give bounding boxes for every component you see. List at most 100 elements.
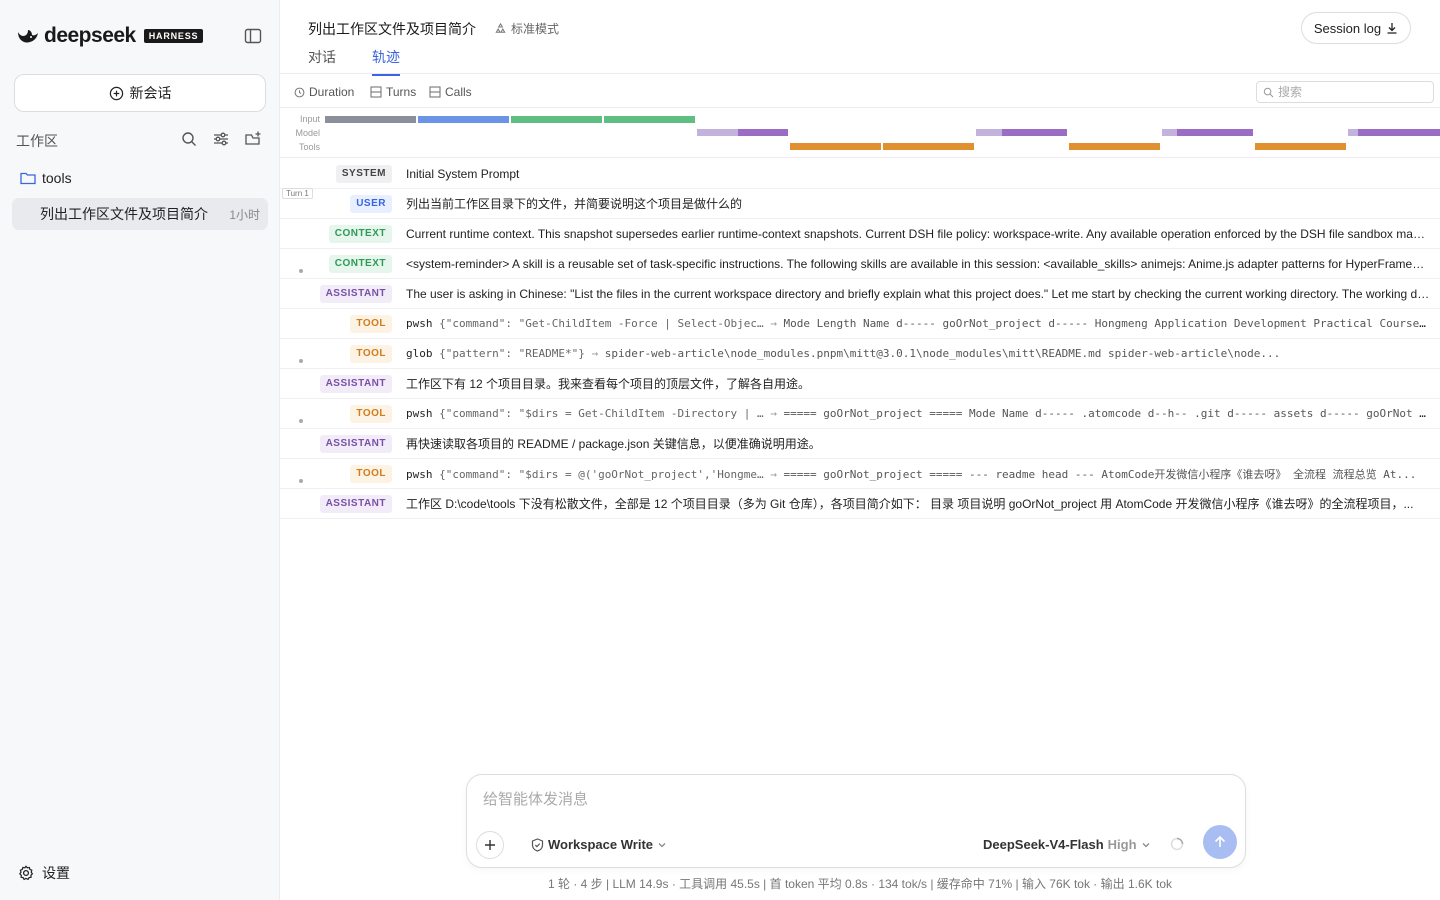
calls-button[interactable]: Calls xyxy=(429,85,472,99)
new-chat-label: 新会话 xyxy=(129,85,172,101)
timeline-input-user[interactable] xyxy=(418,116,509,123)
sidebar-toggle-icon[interactable] xyxy=(244,27,262,45)
timeline-label-model: Model xyxy=(295,128,320,138)
new-chat-button[interactable]: 新会话 xyxy=(14,74,266,112)
trace-row-assistant[interactable]: ASSISTANT 再快速读取各项目的 README / package.jso… xyxy=(280,419,1440,459)
timeline-tool[interactable] xyxy=(883,143,974,150)
timeline-tool[interactable] xyxy=(1255,143,1346,150)
workspace-mode-select[interactable]: Workspace Write xyxy=(527,837,671,852)
calls-label: Calls xyxy=(445,85,472,99)
model-effort: High xyxy=(1107,837,1137,852)
timeline-model-prefill[interactable] xyxy=(697,129,738,136)
settings-button[interactable]: 设置 xyxy=(18,863,70,883)
role-badge: CONTEXT xyxy=(328,254,392,273)
role-badge: CONTEXT xyxy=(328,224,392,243)
trace-row-assistant[interactable]: ASSISTANT 工作区下有 12 个项目目录。我来查看每个项目的顶层文件，了… xyxy=(280,359,1440,399)
session-log-button[interactable]: Session log xyxy=(1301,12,1411,44)
tool-args: {"command": "Get-ChildItem -Force | Sele… xyxy=(439,317,764,330)
row-text: 工作区下有 12 个项目目录。我来查看每个项目的顶层文件，了解各自用途。 xyxy=(406,377,811,391)
role-badge: ASSISTANT xyxy=(319,434,392,453)
view-tabs: 对话 轨迹 xyxy=(308,47,400,76)
message-input[interactable] xyxy=(483,791,1183,808)
trace-row-tool[interactable]: TOOL glob {"pattern": "README*"} → spide… xyxy=(280,339,1440,369)
role-badge: TOOL xyxy=(350,344,392,363)
settings-label: 设置 xyxy=(42,865,70,881)
checkbox-icon xyxy=(429,86,441,98)
tab-conversation[interactable]: 对话 xyxy=(308,47,336,76)
plus-circle-icon xyxy=(109,86,123,100)
trace-row-system[interactable]: SYSTEM Initial System Prompt xyxy=(280,159,1440,189)
trace-row-context[interactable]: CONTEXT <system-reminder> A skill is a r… xyxy=(280,249,1440,279)
trace-row-assistant[interactable]: ASSISTANT The user is asking in Chinese:… xyxy=(280,269,1440,309)
tool-name: pwsh xyxy=(406,467,433,481)
trace-toolbar: Duration Turns Calls xyxy=(280,74,1440,108)
status-bar: 1 轮 · 4 步 | LLM 14.9s · 工具调用 45.5s | 首 t… xyxy=(547,877,1172,891)
brand-logo: deepseek HARNESS xyxy=(16,22,204,50)
role-badge: TOOL xyxy=(350,314,392,333)
workspace-mode-label: Workspace Write xyxy=(548,837,654,852)
timeline-model-prefill[interactable] xyxy=(1348,129,1358,136)
timeline-tool[interactable] xyxy=(790,143,881,150)
search-icon xyxy=(1263,87,1274,97)
row-text: The user is asking in Chinese: "List the… xyxy=(406,286,1430,301)
checkbox-icon xyxy=(370,86,382,98)
role-badge: USER xyxy=(350,194,392,213)
trace-search-input[interactable] xyxy=(1278,85,1428,99)
trace-row-user[interactable]: Turn 1 USER 列出当前工作区目录下的文件，并简要说明这个项目是做什么的 xyxy=(280,188,1440,219)
search-icon[interactable] xyxy=(180,130,198,148)
whale-logo-icon xyxy=(18,30,38,43)
row-text: pwsh {"command": "$dirs = @('goOrNot_pro… xyxy=(406,466,1430,482)
trace-row-tool[interactable]: TOOL pwsh {"command": "$dirs = Get-Child… xyxy=(280,399,1440,429)
sidebar: deepseek HARNESS 新会话 工作区 tools 列出工作区文件及项… xyxy=(0,0,280,900)
tool-name: pwsh xyxy=(406,407,433,420)
session-item[interactable]: 列出工作区文件及项目简介 1小时 xyxy=(12,198,268,230)
folder-item[interactable]: tools xyxy=(20,170,72,186)
step-dot xyxy=(299,359,303,363)
trace-row-tool[interactable]: TOOL pwsh {"command": "$dirs = @('goOrNo… xyxy=(280,459,1440,489)
row-text: 工作区 D:\code\tools 下没有松散文件，全部是 12 个项目目录（多… xyxy=(406,497,1414,511)
timeline-input-system[interactable] xyxy=(325,116,416,123)
timeline-model-gen[interactable] xyxy=(738,129,788,136)
timeline-label-input: Input xyxy=(299,114,320,124)
timeline-model-prefill[interactable] xyxy=(976,129,1002,136)
trace-row-assistant[interactable]: ASSISTANT 工作区 D:\code\tools 下没有松散文件，全部是 … xyxy=(280,479,1440,519)
timeline-model-gen[interactable] xyxy=(1177,129,1253,136)
turn-tag: Turn 1 xyxy=(282,188,313,199)
attach-button[interactable] xyxy=(476,831,504,859)
mode-indicator[interactable]: 标准模式 xyxy=(494,20,559,37)
tool-args: {"command": "$dirs = @('goOrNot_project'… xyxy=(439,467,764,481)
turns-button[interactable]: Turns xyxy=(370,85,416,99)
tool-name: glob xyxy=(406,347,433,360)
trace-row-tool[interactable]: TOOL pwsh {"command": "Get-ChildItem -Fo… xyxy=(280,309,1440,339)
role-badge: ASSISTANT xyxy=(319,374,392,393)
folder-name: tools xyxy=(42,170,72,186)
arrow-up-icon xyxy=(1214,835,1226,847)
arrow-icon: → xyxy=(770,407,777,420)
session-time: 1小时 xyxy=(229,207,260,222)
tab-trace[interactable]: 轨迹 xyxy=(372,47,400,76)
role-badge: TOOL xyxy=(350,464,392,483)
model-select[interactable]: DeepSeek-V4-Flash High xyxy=(983,837,1151,852)
add-folder-icon[interactable] xyxy=(244,130,262,148)
duration-button[interactable]: Duration xyxy=(294,85,354,99)
session-log-label: Session log xyxy=(1313,20,1382,36)
clock-icon xyxy=(294,87,305,97)
timeline-input-context[interactable] xyxy=(511,116,602,123)
row-text: 列出当前工作区目录下的文件，并简要说明这个项目是做什么的 xyxy=(406,197,743,211)
trace-row-context[interactable]: CONTEXT Current runtime context. This sn… xyxy=(280,219,1440,249)
tool-output: ===== goOrNot_project ===== --- readme h… xyxy=(783,467,1417,481)
timeline-tool[interactable] xyxy=(1069,143,1160,150)
filter-sliders-icon[interactable] xyxy=(212,130,230,148)
send-button[interactable] xyxy=(1203,825,1237,859)
timeline-input-context[interactable] xyxy=(604,116,695,123)
timeline-model-prefill[interactable] xyxy=(1162,129,1177,136)
trace-search-box[interactable] xyxy=(1256,81,1434,103)
message-composer: Workspace Write DeepSeek-V4-Flash High xyxy=(466,774,1246,868)
tool-output: Mode Length Name d----- goOrNot_project … xyxy=(783,317,1430,330)
timeline-model-gen[interactable] xyxy=(1002,129,1067,136)
timeline-model-gen[interactable] xyxy=(1358,129,1440,136)
folder-icon xyxy=(20,172,36,185)
row-text: Initial System Prompt xyxy=(406,166,520,181)
step-dot xyxy=(299,419,303,423)
row-text: glob {"pattern": "README*"} → spider-web… xyxy=(406,347,1430,360)
